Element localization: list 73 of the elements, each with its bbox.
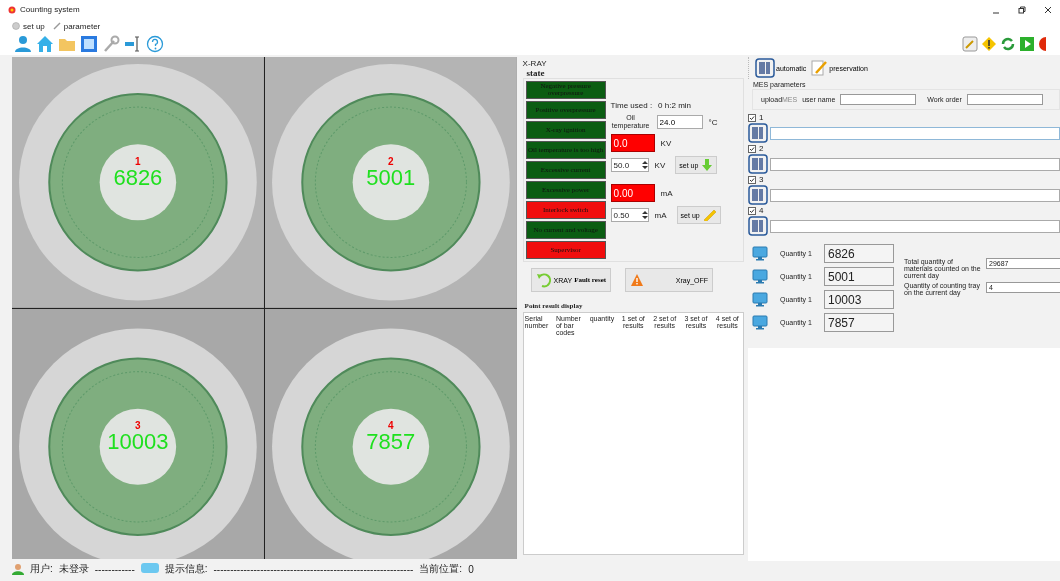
home-icon[interactable] xyxy=(36,35,54,53)
app-icon xyxy=(8,5,16,14)
barcode-icon[interactable] xyxy=(755,58,775,78)
reset-arrow-icon xyxy=(535,272,552,288)
barcode-icon[interactable] xyxy=(748,154,768,174)
state-title: state xyxy=(526,68,546,78)
unit-label: KV xyxy=(660,138,672,148)
barcode-icon[interactable] xyxy=(748,185,768,205)
menu-item[interactable]: parameter xyxy=(52,21,101,31)
unit-label: KV xyxy=(654,160,666,170)
square-icon[interactable] xyxy=(80,35,98,53)
oil-temperature-field[interactable]: 24.0 xyxy=(656,115,703,129)
info-label: 提示信息: xyxy=(164,562,208,576)
spin-arrows-icon[interactable] xyxy=(641,160,648,170)
checkbox[interactable] xyxy=(748,144,756,153)
message-icon xyxy=(140,563,159,575)
spin-arrows-icon[interactable] xyxy=(641,210,648,220)
user-label: 用户: xyxy=(30,562,53,576)
window-title: Counting system xyxy=(20,5,80,14)
channel-label: 2 xyxy=(759,144,764,153)
quantity-value: 5001 xyxy=(824,267,894,286)
restore-icon[interactable] xyxy=(1018,5,1026,14)
barcode-field[interactable] xyxy=(770,188,1060,202)
down-arrow-icon xyxy=(701,159,714,171)
disc-icon xyxy=(12,22,20,30)
barcode-field[interactable] xyxy=(770,126,1060,140)
barcode-icon[interactable] xyxy=(748,216,768,236)
section-title: X-RAY xyxy=(522,59,548,68)
warning-icon xyxy=(630,273,645,287)
channel-label: 4 xyxy=(759,206,764,215)
pencil-icon xyxy=(52,22,61,30)
warning-icon[interactable] xyxy=(981,36,997,52)
monitor-icon xyxy=(752,269,768,284)
ma-spinbox[interactable]: 0.50 xyxy=(610,208,649,222)
quantity-value: 7857 xyxy=(824,313,894,332)
kv-reading: 0.0 xyxy=(610,134,655,152)
refresh-icon[interactable] xyxy=(1000,36,1016,52)
text-cursor-icon[interactable] xyxy=(124,35,142,53)
barcode-field[interactable] xyxy=(770,157,1060,171)
monitor-icon xyxy=(752,246,768,261)
position-label: 当前位置: xyxy=(419,562,463,576)
channel-label: 1 xyxy=(759,113,764,122)
unit-label: mA xyxy=(654,210,667,220)
user-value: 未登录 xyxy=(58,562,89,576)
kv-spinbox[interactable]: 50.0 xyxy=(610,158,649,172)
checkbox[interactable] xyxy=(748,175,756,184)
barcode-field[interactable] xyxy=(770,219,1060,233)
channel-label: 3 xyxy=(759,175,764,184)
quantity-value: 10003 xyxy=(824,290,894,309)
unit-label: mA xyxy=(660,188,673,198)
help-icon[interactable] xyxy=(146,35,164,53)
menu-item[interactable]: set up xyxy=(12,21,45,31)
monitor-icon xyxy=(752,292,768,307)
play-icon[interactable] xyxy=(1019,36,1035,52)
separator-text: ------------ xyxy=(94,563,135,575)
time-label: Time used : xyxy=(610,101,653,110)
checkbox[interactable] xyxy=(748,113,756,122)
user-name-field[interactable] xyxy=(840,94,917,105)
info-value: ------------------------------------------------------------ xyxy=(213,563,414,575)
time-value: 0 h:2 min xyxy=(658,101,691,110)
checkbox[interactable] xyxy=(748,206,756,215)
work-order-field[interactable] xyxy=(966,94,1043,105)
close-icon[interactable] xyxy=(1044,5,1052,14)
ma-reading: 0.00 xyxy=(610,184,655,202)
unit-label: °C xyxy=(708,117,718,127)
position-value: 0 xyxy=(468,563,474,575)
notepad-icon xyxy=(810,59,829,77)
user-icon xyxy=(12,563,24,575)
pencil-icon xyxy=(702,209,717,221)
barcode-icon[interactable] xyxy=(748,123,768,143)
quantity-value: 6826 xyxy=(824,244,894,263)
user-icon[interactable] xyxy=(14,35,32,53)
monitor-icon xyxy=(752,315,768,330)
